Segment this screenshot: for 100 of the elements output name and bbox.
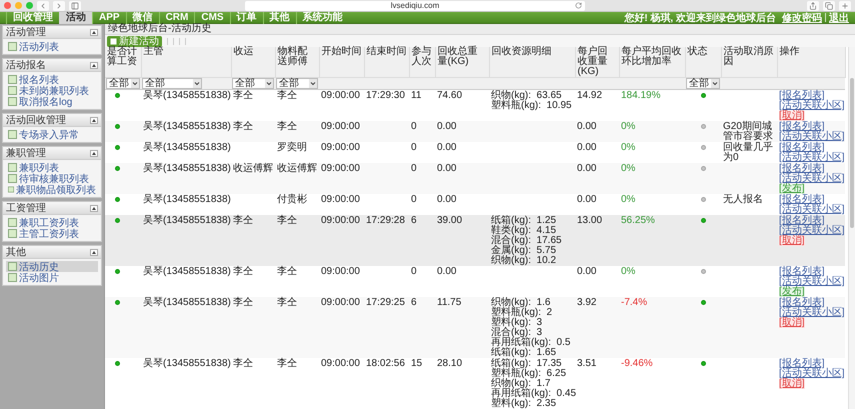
action-link[interactable]: [报名列表]	[779, 359, 825, 369]
action-link[interactable]: [活动关联小区]	[779, 277, 845, 287]
action-link[interactable]: [活动关联小区]	[779, 174, 845, 184]
column-header[interactable]: 状态	[685, 47, 721, 78]
filter-dropdown[interactable]: 全部	[232, 78, 274, 89]
detail-line: 塑料(kg): 3	[491, 318, 542, 328]
detail-line: 混合(kg): 3	[491, 328, 542, 338]
table-cell: 0.00	[435, 163, 489, 194]
table-cell: 李仝	[231, 358, 275, 409]
collapse-button[interactable]	[90, 248, 98, 256]
action-link[interactable]: [报名列表]	[779, 91, 825, 101]
table-cell: 0.00	[575, 121, 619, 142]
table-row[interactable]: 吴琴(13458551838) 付贵彬 09:00:00 0 0.00 0.00 0% 无人报名 [报名列表] [活动关联小区]	[105, 194, 845, 215]
action-link[interactable]: [活动关联小区]	[779, 226, 845, 236]
greeting-text: 您好! 杨琪, 欢迎来到绿色地球后台	[624, 11, 776, 24]
action-link[interactable]: [活动关联小区]	[779, 308, 845, 318]
close-button[interactable]	[4, 2, 11, 9]
collapse-button[interactable]	[90, 204, 98, 212]
table-row[interactable]: 吴琴(13458551838) 李仝 李仝 09:00:00 17:29:25 6 11.75 织物(kg): 1.6 塑料瓶(kg): 2 塑料(kg): 3 混合(kg): 3 再用纸箱(kg): 0.5 纸箱(kg): 1.65 3.92 -7.4% [报名列表] [活动关联小区] [取消]	[105, 297, 845, 358]
action-link[interactable]: [报名列表]	[779, 143, 825, 153]
table-cell: G20期间城管市容要求	[721, 121, 777, 142]
scrollbar[interactable]	[848, 47, 855, 409]
action-link[interactable]: [取消]	[779, 111, 805, 121]
sidebar-item[interactable]: 待审核兼职列表	[6, 173, 98, 184]
column-header[interactable]: 结束时间	[364, 47, 409, 78]
sidebar-item[interactable]: 专场录入异常	[6, 129, 98, 140]
filter-dropdown[interactable]: 全部	[276, 78, 318, 89]
column-header[interactable]: 回收总重量(KG)	[435, 47, 489, 78]
column-header[interactable]: 每户回收重量(KG)	[575, 47, 619, 78]
action-link[interactable]: [报名列表]	[779, 122, 825, 132]
share-button[interactable]	[807, 0, 819, 10]
column-header[interactable]: 每户平均回收环比增加率	[619, 47, 685, 78]
action-link[interactable]: [活动关联小区]	[779, 132, 845, 142]
table-cell: 吴琴(13458551838)	[141, 358, 231, 409]
action-link[interactable]: [报名列表]	[779, 195, 825, 205]
address-bar[interactable]: lvsediqiu.com	[245, 0, 585, 10]
sidebar-item[interactable]: 兼职物品领取列表	[6, 184, 98, 195]
column-header[interactable]: 物料配送师傅	[275, 47, 319, 78]
share-icon	[809, 2, 817, 10]
table-row[interactable]: 吴琴(13458551838) 李仝 李仝 09:00:00 18:02:56 15 28.10 纸箱(kg): 17.35 塑料瓶(kg): 6.25 织物(kg): 1.7 再用纸箱(kg): 0.45 塑料(kg): 2.35 3.51 -9.46% [报名列表] [活动关联小区] [取消]	[105, 358, 845, 409]
new-activity-button[interactable]: 新建活动	[107, 36, 162, 46]
action-link[interactable]: [活动关联小区]	[779, 153, 845, 163]
sidebar-item[interactable]: 活动图片	[6, 272, 98, 283]
nav-link[interactable]: 修改密码	[782, 10, 822, 24]
column-header[interactable]: 收运	[231, 47, 275, 78]
table-row[interactable]: 吴琴(13458551838) 罗奕明 09:00:00 0 0.00 0.00 0% 回收量几乎为0 [报名列表] [活动关联小区]	[105, 142, 845, 163]
table-cell: 6	[409, 297, 435, 358]
collapse-button[interactable]	[90, 28, 98, 36]
document-icon	[8, 42, 17, 51]
sidebar-item[interactable]: 活动列表	[6, 41, 98, 52]
nav-tab[interactable]: 活动	[59, 12, 92, 24]
sidebar-item[interactable]: 活动历史	[6, 261, 98, 272]
table-cell: 吴琴(13458551838)	[141, 297, 231, 358]
table-cell: 收运傅辉	[231, 163, 275, 194]
sidebar-item[interactable]: 兼职列表	[6, 162, 98, 173]
action-link[interactable]: [取消]	[779, 236, 805, 246]
table-row[interactable]: 吴琴(13458551838) 李仝 李仝 09:00:00 0 0.00 0.00 0% G20期间城管市容要求 [报名列表] [活动关联小区]	[105, 121, 845, 142]
action-link[interactable]: [报名列表]	[779, 164, 825, 174]
table-cell: 李仝	[231, 266, 275, 297]
chevron-right-icon	[55, 2, 63, 10]
column-header[interactable]: 活动取消原因	[721, 47, 777, 78]
action-link[interactable]: [活动关联小区]	[779, 101, 845, 111]
action-link[interactable]: [活动关联小区]	[779, 205, 845, 215]
column-header[interactable]: 开始时间	[319, 47, 364, 78]
panel-title: 活动管理	[6, 26, 46, 39]
tabs-button[interactable]	[823, 0, 835, 10]
reload-icon[interactable]	[575, 2, 582, 8]
table-cell: 3.92	[575, 297, 619, 358]
sidebar-item[interactable]: 取消报名log	[6, 96, 98, 107]
collapse-button[interactable]	[90, 150, 98, 156]
column-header[interactable]: 是否计算工资	[105, 47, 141, 78]
nav-link[interactable]: 退出	[829, 10, 849, 24]
column-header[interactable]: 主管	[141, 47, 231, 78]
action-link[interactable]: [报名列表]	[779, 298, 825, 308]
table-cell: 吴琴(13458551838)	[141, 266, 231, 297]
action-link[interactable]: [报名列表]	[779, 267, 825, 277]
collapse-button[interactable]	[90, 62, 98, 68]
sidebar-item[interactable]: 主管工资列表	[6, 228, 98, 239]
column-header[interactable]: 回收资源明细	[489, 47, 575, 78]
sidebar-item[interactable]: 报名列表	[6, 74, 98, 85]
action-link[interactable]: [取消]	[779, 318, 805, 328]
sidebar-item[interactable]: 未到岗兼职列表	[6, 85, 98, 96]
table-row[interactable]: 吴琴(13458551838) 李仝 李仝 09:00:00 0 0.00 0.00 0% [报名列表] [活动关联小区] [发布]	[105, 266, 845, 297]
table-row[interactable]: 吴琴(13458551838) 收运傅辉 收运傅辉 09:00:00 0 0.00 0.00 0% [报名列表] [活动关联小区] [发布]	[105, 163, 845, 194]
table-row[interactable]: 吴琴(13458551838) 李仝 李仝 09:00:00 17:29:30 11 74.60 织物(kg): 63.65 塑料瓶(kg): 10.95 14.92 184.19% [报名列表] [活动关联小区] [取消]	[105, 90, 845, 121]
table-cell: 0	[409, 266, 435, 297]
sidebar-toggle-button[interactable]	[69, 0, 81, 10]
table-cell: 回收量几乎为0	[721, 142, 777, 163]
column-header[interactable]: 参与人次	[409, 47, 435, 78]
filter-dropdown[interactable]: 全部	[106, 78, 140, 89]
action-link[interactable]: [活动关联小区]	[779, 369, 845, 379]
action-link[interactable]: [报名列表]	[779, 216, 825, 226]
new-tab-button[interactable]	[839, 0, 851, 10]
action-link[interactable]: [取消]	[779, 379, 805, 389]
filter-dropdown[interactable]: 全部	[142, 78, 202, 89]
sidebar-item[interactable]: 兼职工资列表	[6, 217, 98, 228]
collapse-button[interactable]	[90, 116, 98, 124]
table-cell: 0.00	[435, 121, 489, 142]
filter-dropdown[interactable]: 全部	[686, 78, 720, 89]
column-header[interactable]: 操作	[777, 47, 845, 78]
